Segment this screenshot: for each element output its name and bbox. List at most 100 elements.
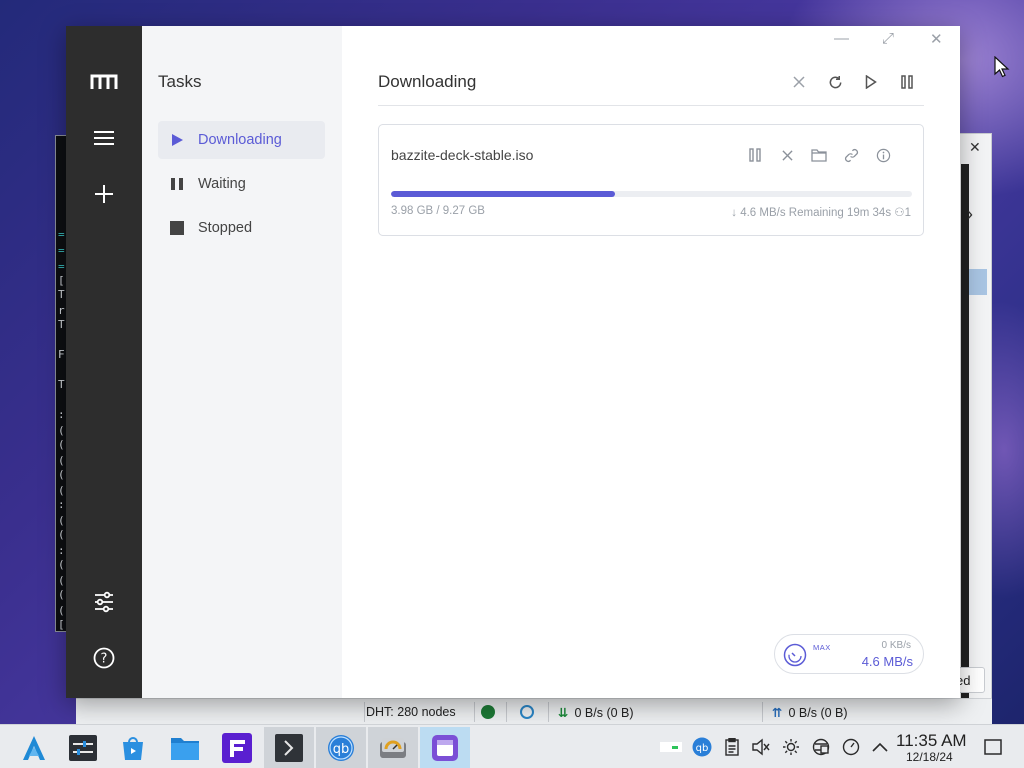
download-speed-status[interactable]: ⇊ 0 B/s (0 B): [558, 705, 634, 721]
motrix-app-icon[interactable]: [420, 727, 470, 768]
upload-speed-status[interactable]: ⇈ 0 B/s (0 B): [772, 705, 848, 721]
show-desktop-icon[interactable]: [983, 737, 1003, 757]
help-icon[interactable]: ?: [90, 644, 118, 672]
volume-muted-icon[interactable]: [751, 737, 771, 757]
brightness-icon[interactable]: [781, 737, 801, 757]
status-separator: [506, 702, 507, 722]
main-panel: — ⤢ ✕ Downloading bazzite-deck-stable.is…: [342, 26, 960, 698]
pause-all-icon[interactable]: [896, 71, 918, 93]
status-separator: [548, 702, 549, 722]
connection-status-icon[interactable]: [481, 705, 495, 719]
remove-task-icon[interactable]: [777, 145, 797, 165]
speedometer-icon: [520, 705, 534, 719]
minimize-icon[interactable]: —: [834, 30, 849, 47]
task-progress-bar: [391, 191, 912, 197]
terminal-app-icon[interactable]: [264, 727, 314, 768]
download-arrow-icon: ⇊: [558, 706, 569, 720]
folder-icon[interactable]: [809, 145, 829, 165]
discover-store-icon[interactable]: [108, 727, 158, 768]
globe-icon: [481, 705, 495, 719]
terminal-line: T: [58, 318, 65, 331]
pause-task-icon[interactable]: [745, 145, 765, 165]
disk-usage-icon[interactable]: [368, 727, 418, 768]
task-connections: 1: [904, 207, 911, 219]
terminal-line: =: [58, 260, 65, 273]
clipboard-icon[interactable]: [722, 737, 742, 757]
taskbar: qb qb 11:35 AM 12/18/24: [0, 724, 1024, 768]
selected-row[interactable]: [969, 269, 987, 295]
task-card[interactable]: bazzite-deck-stable.iso 3.98 GB / 9.27 G…: [378, 124, 924, 236]
terminal-line: (: [58, 438, 65, 451]
task-sizes: 3.98 GB / 9.27 GB: [391, 205, 485, 217]
download-speed: 4.6 MB/s: [861, 654, 913, 669]
connections-icon: ⚇: [894, 207, 905, 219]
terminal-line: :: [58, 544, 65, 557]
terminal-line: (: [58, 574, 65, 587]
system-settings-icon[interactable]: [58, 727, 108, 768]
network-monitor-icon[interactable]: [660, 737, 682, 757]
nav-item-label: Waiting: [198, 176, 246, 192]
task-name: bazzite-deck-stable.iso: [391, 147, 534, 163]
task-remaining: Remaining 19m 34s: [788, 207, 892, 219]
status-separator: [762, 702, 763, 722]
terminal-line: (: [58, 454, 65, 467]
motrix-logo-icon[interactable]: [90, 68, 118, 96]
nav-item-waiting[interactable]: Waiting: [158, 165, 325, 203]
terminal-line: (: [58, 604, 65, 617]
terminal-line: T: [58, 288, 65, 301]
alt-speed-icon[interactable]: [520, 705, 534, 719]
terminal-line: r: [58, 304, 65, 317]
menu-icon[interactable]: [90, 124, 118, 152]
terminal-line: :: [58, 498, 65, 511]
dht-nodes-text: DHT: 280 nodes: [366, 705, 456, 719]
terminal-line: :: [58, 408, 65, 421]
network-icon[interactable]: [811, 737, 831, 757]
speed-meter[interactable]: MAX 0 KB/s 4.6 MB/s: [774, 634, 924, 674]
delete-tasks-icon[interactable]: [788, 71, 810, 93]
power-profile-icon[interactable]: [841, 737, 861, 757]
preferences-icon[interactable]: [90, 588, 118, 616]
status-separator: [364, 702, 365, 722]
clock-time[interactable]: 11:35 AM: [896, 731, 967, 751]
refresh-icon[interactable]: [824, 71, 846, 93]
file-manager-icon[interactable]: [160, 727, 210, 768]
tasks-title: Tasks: [158, 72, 202, 91]
add-task-icon[interactable]: [90, 180, 118, 208]
chevron-up-icon[interactable]: [870, 737, 890, 757]
task-speed: 4.6 MB/s: [740, 207, 786, 219]
qbittorrent-tray-icon[interactable]: qb: [692, 737, 712, 757]
link-icon[interactable]: [841, 145, 861, 165]
download-speed-text: 0 B/s (0 B): [574, 705, 634, 720]
qbittorrent-app-icon[interactable]: qb: [316, 727, 366, 768]
play-icon: [172, 134, 183, 146]
terminal-line: (: [58, 528, 65, 541]
pause-icon: [171, 178, 183, 190]
background-window-right[interactable]: ✕ › ed: [953, 133, 992, 764]
chevron-right-icon[interactable]: ›: [967, 204, 973, 225]
task-progress-fill: [391, 191, 616, 197]
terminal-line: (: [58, 468, 65, 481]
info-icon[interactable]: [873, 145, 893, 165]
svg-text:?: ?: [101, 652, 108, 667]
terminal-line: =: [58, 244, 65, 257]
nav-item-stopped[interactable]: Stopped: [158, 209, 325, 247]
nav-item-label: Downloading: [198, 132, 282, 148]
speedometer-icon: [783, 643, 807, 667]
task-stats: ↓ 4.6 MB/s Remaining 19m 34s ⚇1: [731, 205, 911, 219]
flatpak-app-icon[interactable]: [212, 727, 262, 768]
upload-speed: 0 KB/s: [881, 640, 911, 651]
close-icon[interactable]: ✕: [969, 139, 981, 156]
motrix-window: ? Tasks Downloading Waiting Stopped — ⤢ …: [66, 26, 960, 698]
app-launcher-icon[interactable]: [10, 727, 58, 768]
terminal-line: T: [58, 378, 65, 391]
terminal-line: F: [58, 348, 65, 361]
app-rail: ?: [66, 26, 142, 698]
close-window-icon[interactable]: ✕: [930, 30, 943, 48]
terminal-line: (: [58, 424, 65, 437]
nav-item-downloading[interactable]: Downloading: [158, 121, 325, 159]
resume-all-icon[interactable]: [860, 71, 882, 93]
maximize-icon[interactable]: ⤢: [882, 30, 894, 47]
tasks-sidebar: Tasks Downloading Waiting Stopped: [142, 26, 342, 698]
clock-date[interactable]: 12/18/24: [906, 750, 953, 764]
svg-text:qb: qb: [696, 743, 709, 754]
